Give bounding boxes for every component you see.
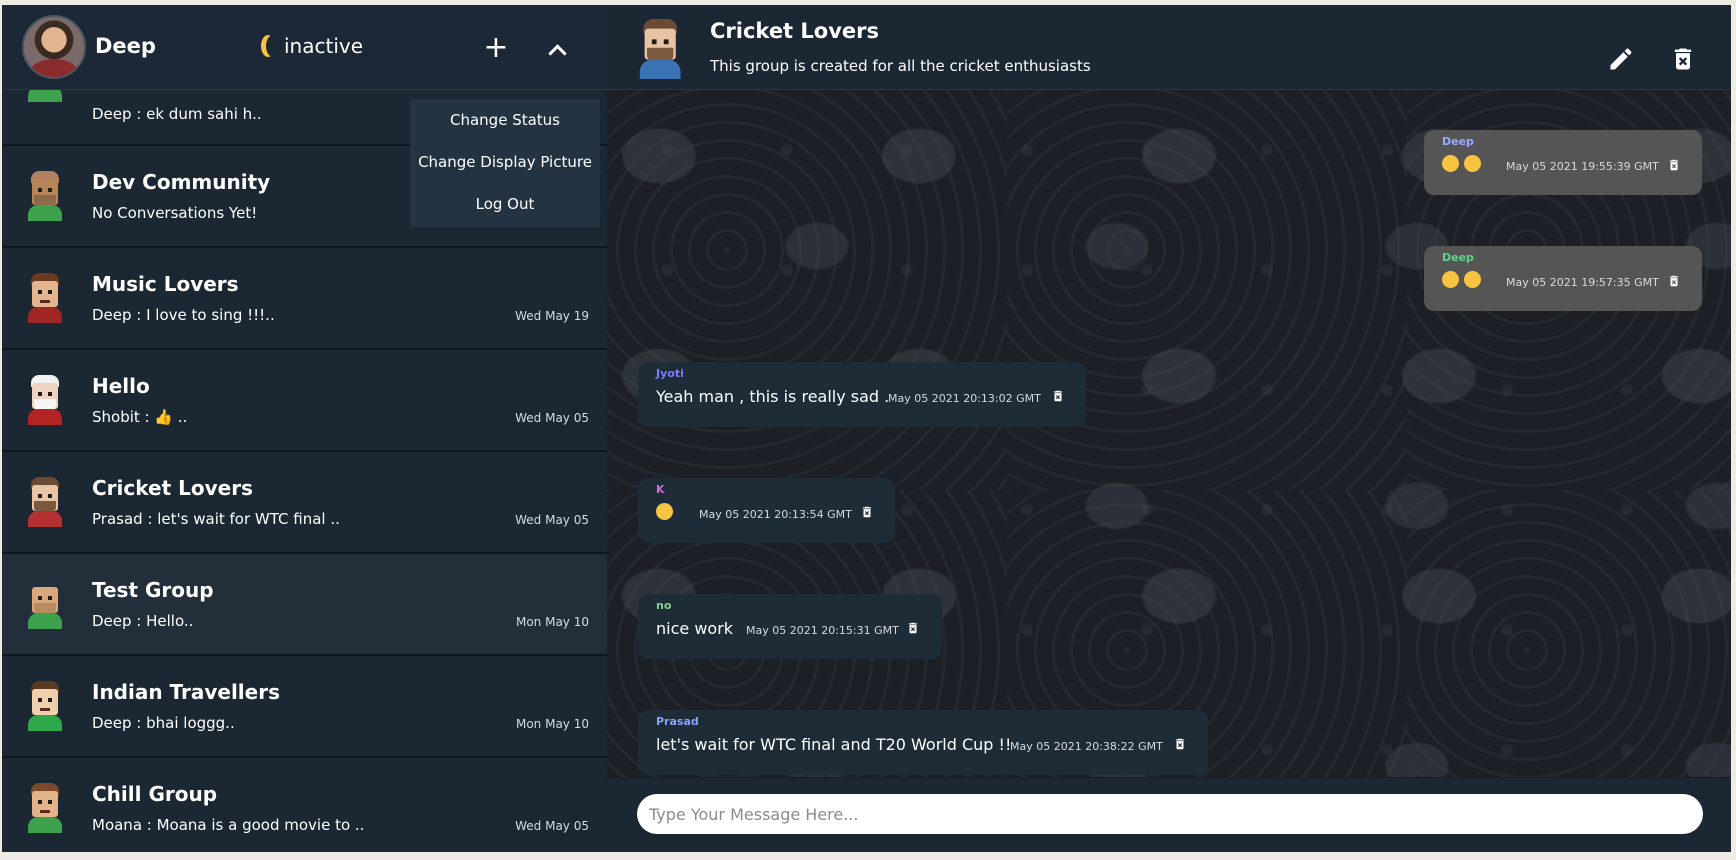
cat-face-icon — [1442, 271, 1459, 288]
group-title: Cricket Lovers — [710, 19, 880, 43]
sad-face-icon — [1464, 155, 1481, 172]
delete-message-icon[interactable] — [1667, 157, 1681, 173]
chat-item[interactable]: Music Lovers Deep : I love to sing !!!..… — [2, 248, 607, 350]
chat-last-message: Deep : Hello.. — [92, 612, 194, 630]
chat-last-message: Deep : bhai loggg.. — [92, 714, 235, 732]
sidebar-header: Deep inactive + — [2, 5, 607, 90]
chat-title: Hello — [92, 374, 150, 398]
message-text — [656, 502, 678, 521]
group-avatar-icon — [635, 19, 685, 79]
chat-date: Wed May 05 — [515, 411, 589, 425]
chat-title: Test Group — [92, 578, 214, 602]
group-header: Cricket Lovers This group is created for… — [607, 5, 1731, 90]
message-sender: Prasad — [656, 715, 699, 728]
chat-last-message: Shobit : 👍 .. — [92, 408, 188, 426]
group-avatar-icon — [24, 477, 66, 527]
message-bubble: Deep May 05 2021 19:55:39 GMT — [1424, 130, 1702, 195]
chat-last-message: Deep : I love to sing !!!.. — [92, 306, 275, 324]
delete-message-icon[interactable] — [1173, 736, 1187, 752]
chat-title: Dev Community — [92, 170, 271, 194]
chat-item[interactable]: Indian Travellers Deep : bhai loggg.. Mo… — [2, 656, 607, 758]
message-input[interactable] — [637, 794, 1703, 834]
delete-message-icon[interactable] — [906, 620, 920, 636]
message-bubble: K May 05 2021 20:13:54 GMT — [638, 478, 895, 543]
group-avatar-icon — [24, 273, 66, 323]
chat-date: Mon May 10 — [515, 615, 589, 629]
chat-title: Music Lovers — [92, 272, 239, 296]
group-avatar-icon — [24, 783, 66, 833]
message-text: nice work — [656, 619, 734, 638]
delete-group-icon[interactable] — [1669, 45, 1697, 73]
group-avatar-icon — [24, 375, 66, 425]
sidebar: Deep : ek dum sahi h.. Dev Community No … — [2, 5, 607, 852]
chat-last-message: No Conversations Yet! — [92, 204, 258, 222]
chat-panel: Cricket Lovers This group is created for… — [607, 5, 1731, 852]
moon-icon — [266, 35, 280, 57]
chat-date: Mon May 10 — [515, 717, 589, 731]
group-description: This group is created for all the cricke… — [710, 57, 1091, 75]
chat-title: Cricket Lovers — [92, 476, 253, 500]
message-time: May 05 2021 19:57:35 GMT — [1506, 276, 1659, 289]
group-avatar-icon — [24, 171, 66, 221]
app-window: Deep : ek dum sahi h.. Dev Community No … — [2, 5, 1731, 852]
message-bubble: no nice work May 05 2021 20:15:31 GMT — [638, 594, 942, 659]
message-time: May 05 2021 19:55:39 GMT — [1506, 160, 1659, 173]
message-text: Yeah man , this is really sad . — [656, 387, 890, 406]
avatar[interactable] — [22, 15, 86, 79]
message-sender: Jyoti — [656, 367, 684, 380]
edit-pencil-icon[interactable] — [1607, 45, 1635, 73]
chat-item[interactable]: Chill Group Moana : Moana is a good movi… — [2, 758, 607, 852]
message-text — [1442, 154, 1486, 173]
chat-last-message: Moana : Moana is a good movie to .. — [92, 816, 365, 834]
chat-item[interactable]: Test Group Deep : Hello.. Mon May 10 — [2, 554, 607, 656]
status-indicator: inactive — [260, 34, 363, 58]
message-bubble: Deep May 05 2021 19:57:35 GMT — [1424, 246, 1702, 311]
message-sender: K — [656, 483, 665, 496]
message-list: Deep May 05 2021 19:55:39 GMT Deep May 0… — [607, 90, 1731, 777]
menu-item-change-display-picture[interactable]: Change Display Picture — [410, 141, 600, 183]
delete-message-icon[interactable] — [1667, 273, 1681, 289]
message-text — [1442, 270, 1486, 289]
chat-last-message: Deep : ek dum sahi h.. — [92, 105, 262, 123]
chat-item[interactable]: Cricket Lovers Prasad : let's wait for W… — [2, 452, 607, 554]
crying-face-icon — [656, 503, 673, 520]
delete-message-icon[interactable] — [1051, 388, 1065, 404]
group-avatar-icon — [24, 681, 66, 731]
message-time: May 05 2021 20:13:02 GMT — [888, 392, 1041, 405]
message-sender: no — [656, 599, 672, 612]
chat-date: Wed May 19 — [515, 309, 589, 323]
composer-bar — [607, 778, 1731, 852]
menu-item-change-status[interactable]: Change Status — [410, 99, 600, 141]
message-sender: Deep — [1442, 135, 1474, 148]
chat-item[interactable]: Hello Shobit : 👍 .. Wed May 05 — [2, 350, 607, 452]
message-bubble: Prasad let's wait for WTC final and T20 … — [638, 710, 1208, 775]
chat-date: Wed May 05 — [515, 819, 589, 833]
chat-title: Chill Group — [92, 782, 218, 806]
message-text: let's wait for WTC final and T20 World C… — [656, 735, 1012, 754]
message-bubble: Jyoti Yeah man , this is really sad . Ma… — [638, 362, 1086, 427]
cat-face-icon — [1464, 271, 1481, 288]
chat-last-message: Prasad : let's wait for WTC final .. — [92, 510, 340, 528]
menu-item-log-out[interactable]: Log Out — [410, 183, 600, 225]
user-menu-dropdown: Change Status Change Display Picture Log… — [410, 99, 600, 227]
message-time: May 05 2021 20:15:31 GMT — [746, 624, 899, 637]
user-name: Deep — [95, 34, 156, 58]
chevron-up-icon[interactable] — [546, 39, 568, 61]
sad-face-icon — [1442, 155, 1459, 172]
message-time: May 05 2021 20:13:54 GMT — [699, 508, 852, 521]
chat-title: Indian Travellers — [92, 680, 280, 704]
add-group-button[interactable]: + — [482, 33, 510, 63]
message-sender: Deep — [1442, 251, 1474, 264]
status-text: inactive — [284, 34, 364, 58]
delete-message-icon[interactable] — [860, 504, 874, 520]
chat-date: Wed May 05 — [515, 513, 589, 527]
group-avatar-icon — [24, 579, 66, 629]
message-time: May 05 2021 20:38:22 GMT — [1010, 740, 1163, 753]
